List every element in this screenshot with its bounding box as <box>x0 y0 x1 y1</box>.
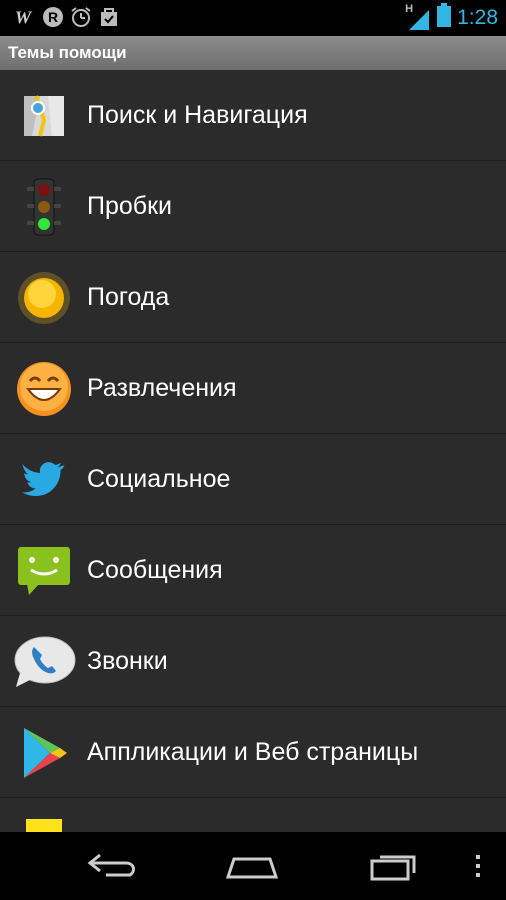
clock: 1:28 <box>457 5 498 29</box>
list-item-search-navigation[interactable]: Поиск и Навигация <box>0 70 506 161</box>
list-item-entertainment[interactable]: Развлечения <box>0 343 506 434</box>
list-item-label: Аппликации и Веб страницы <box>87 738 419 766</box>
page-title: Темы помощи <box>8 43 127 62</box>
recent-apps-icon <box>370 855 416 881</box>
help-topics-list: Поиск и Навигация Пробки Погода Развлече… <box>0 70 506 832</box>
list-item-label: Погода <box>87 283 170 311</box>
back-icon <box>87 853 135 877</box>
phone-bubble-icon <box>12 634 76 690</box>
back-button[interactable] <box>82 842 142 890</box>
navigation-bar <box>0 832 506 900</box>
svg-text:R: R <box>48 9 58 25</box>
list-item-label: Пробки <box>87 192 172 220</box>
list-item-traffic[interactable]: Пробки <box>0 161 506 252</box>
shopping-bag-icon <box>98 6 120 28</box>
list-item-label: Звонки <box>87 647 168 675</box>
signal-icon: H <box>405 3 431 31</box>
r-app-icon: R <box>42 6 64 28</box>
recent-apps-button[interactable] <box>364 842 424 890</box>
alarm-icon <box>70 6 92 28</box>
map-navigation-icon <box>16 88 72 144</box>
menu-icon <box>476 855 480 877</box>
smiley-icon <box>16 361 72 417</box>
message-bubble-icon <box>16 543 72 599</box>
notification-icons: W R <box>14 6 120 28</box>
title-bar: Темы помощи <box>0 36 506 70</box>
list-item-label: Развлечения <box>87 374 237 402</box>
home-button[interactable] <box>222 842 282 890</box>
play-store-icon <box>16 725 72 781</box>
overflow-menu-button[interactable] <box>450 842 506 890</box>
system-status: H 1:28 <box>405 3 498 32</box>
list-item-label: Сообщения <box>87 556 223 584</box>
list-item-social[interactable]: Социальное <box>0 434 506 525</box>
w-app-icon: W <box>14 6 36 28</box>
list-item-label: Поиск и Навигация <box>87 101 308 129</box>
twitter-bird-icon <box>16 452 72 508</box>
list-item-apps-web[interactable]: Аппликации и Веб страницы <box>0 707 506 798</box>
list-item-reminders-alarm[interactable]: Напоминалки и Будильник <box>0 798 506 832</box>
list-item-label: Социальное <box>87 465 231 493</box>
svg-text:W: W <box>15 7 33 27</box>
home-icon <box>225 857 279 879</box>
list-item-weather[interactable]: Погода <box>0 252 506 343</box>
list-item-calls[interactable]: Звонки <box>0 616 506 707</box>
traffic-light-icon <box>16 178 72 236</box>
sun-weather-icon <box>16 270 72 326</box>
list-item-messages[interactable]: Сообщения <box>0 525 506 616</box>
list-item-label: Напоминалки и Будильник <box>87 798 395 832</box>
status-bar: W R H 1:28 <box>0 0 506 36</box>
sticky-note-icon <box>16 816 72 832</box>
battery-icon <box>437 3 452 32</box>
